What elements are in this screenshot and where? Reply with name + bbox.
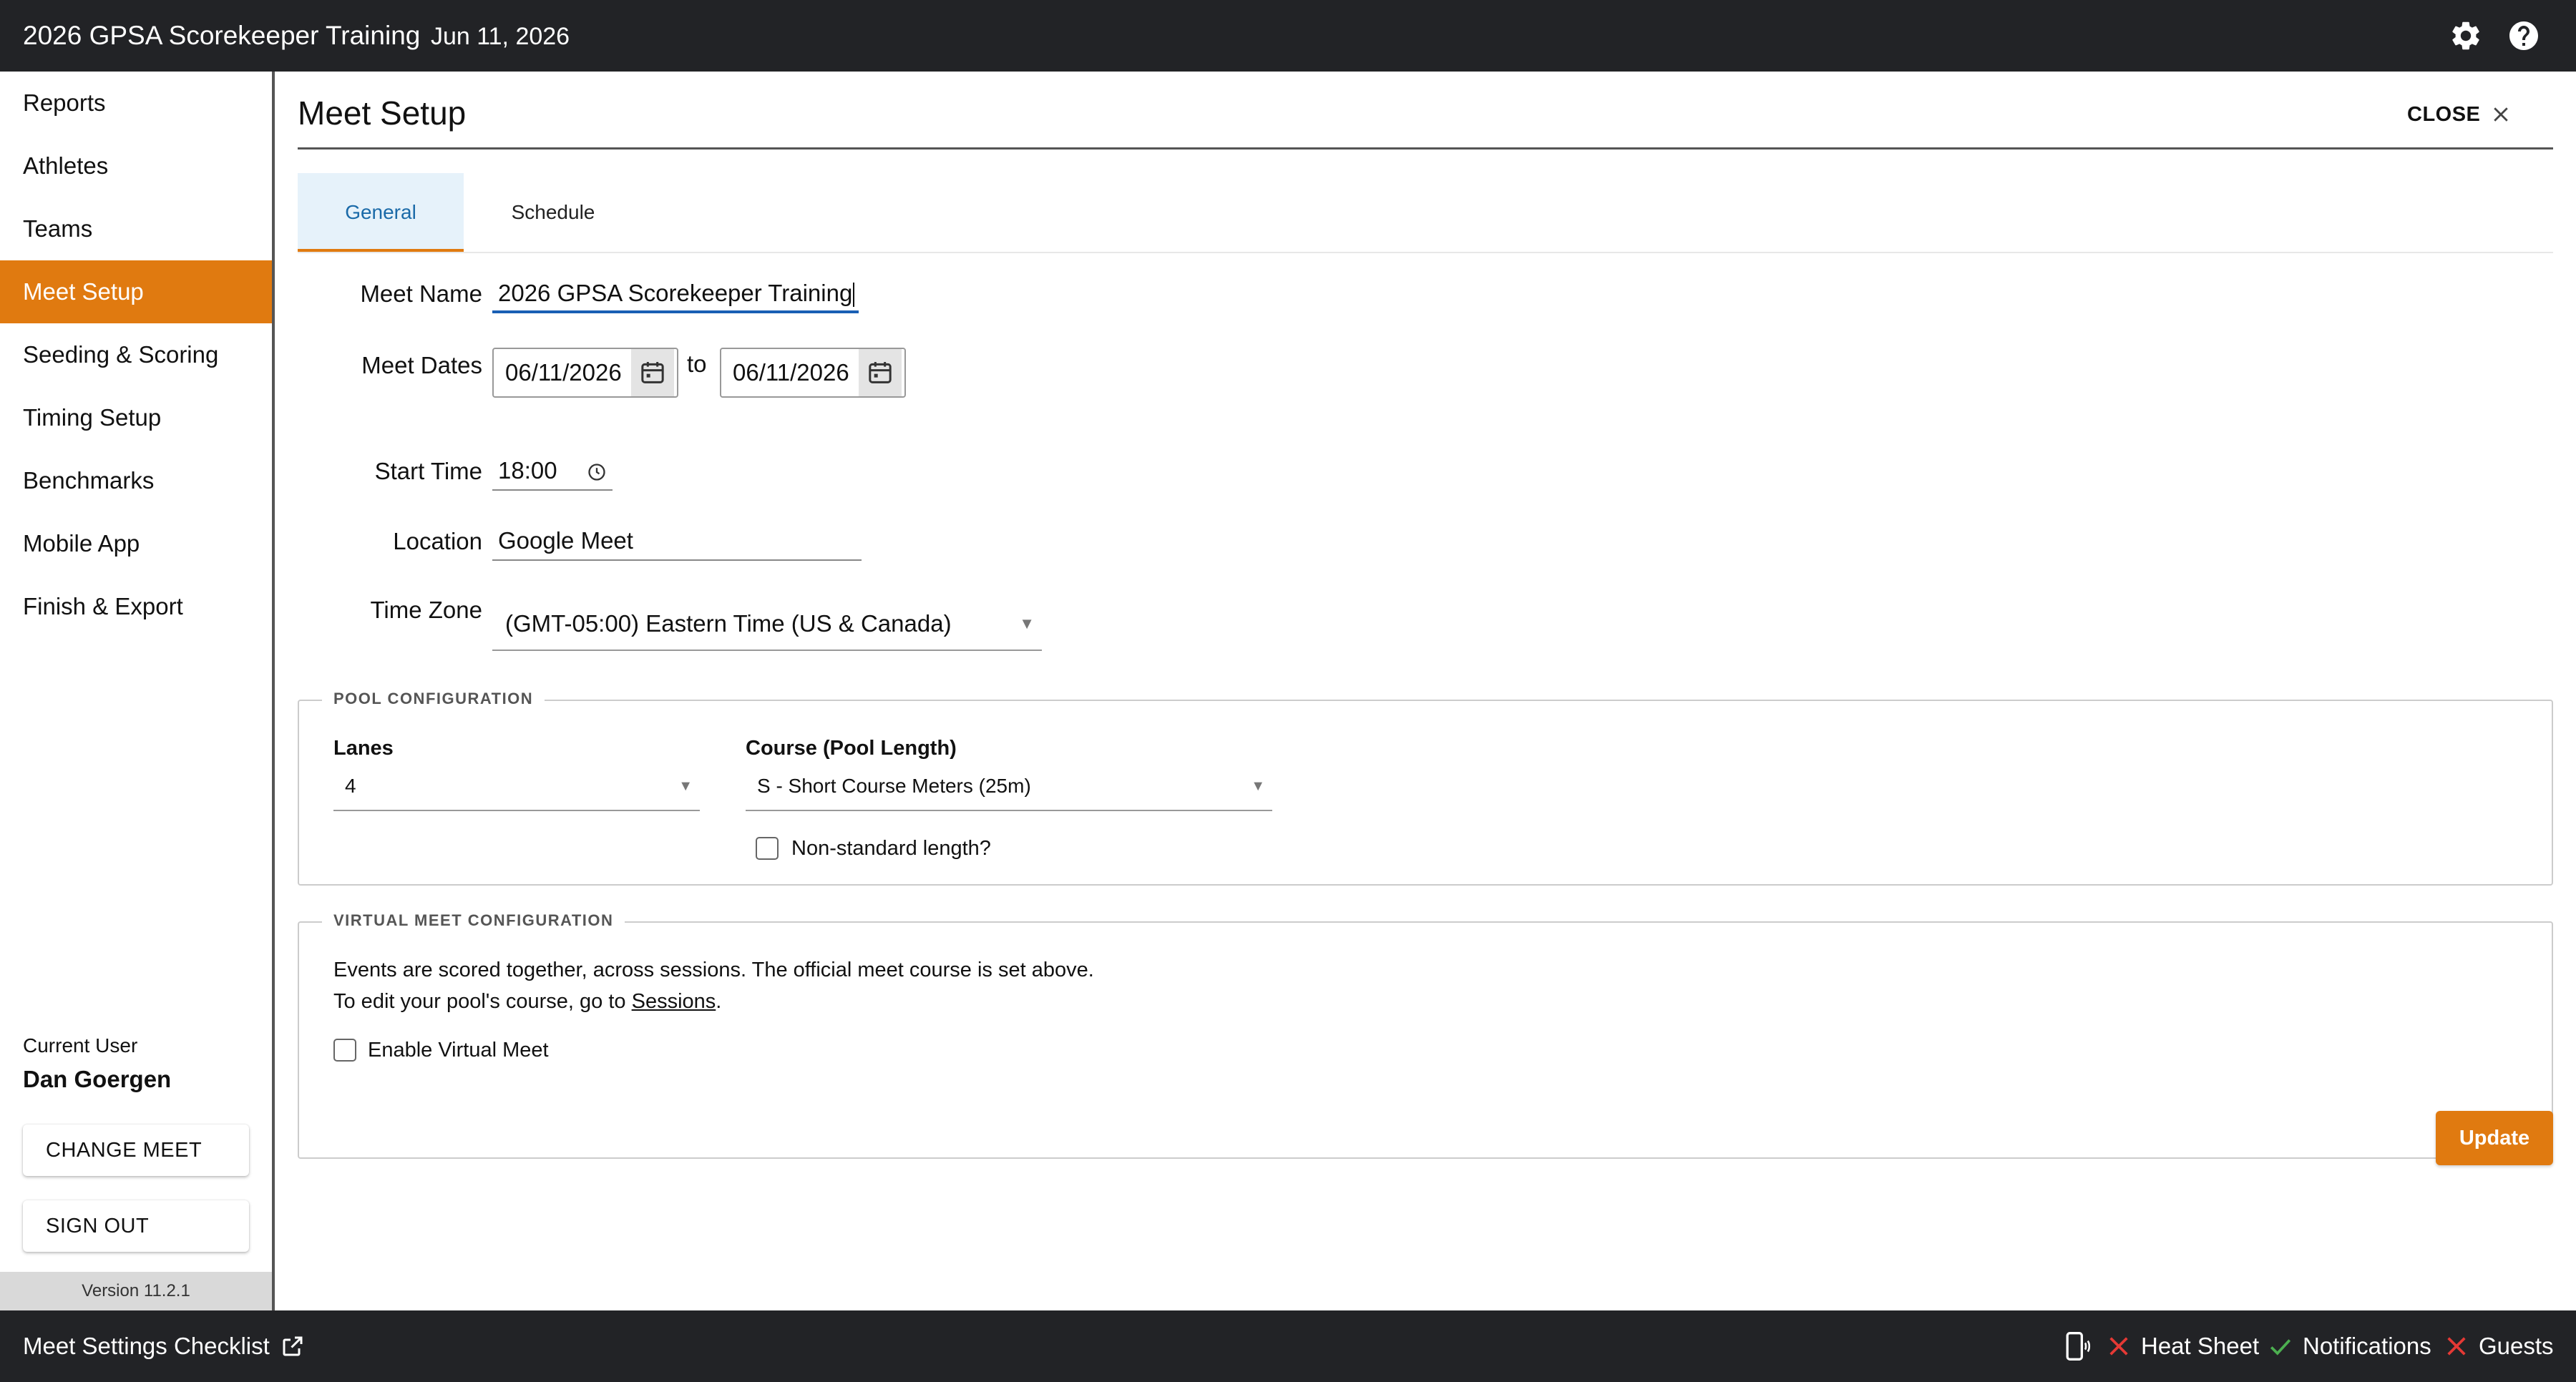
page-title: Meet Setup [298, 94, 467, 132]
pool-configuration-legend: POOL CONFIGURATION [322, 690, 545, 708]
meet-name-value: 2026 GPSA Scorekeeper Training [498, 280, 853, 306]
clock-icon [588, 464, 605, 481]
update-button[interactable]: Update [2436, 1111, 2553, 1165]
gear-icon[interactable] [2449, 19, 2483, 53]
mobile-device-icon [2061, 1329, 2102, 1363]
close-button[interactable]: CLOSE [2407, 94, 2512, 134]
checklist-label: Meet Settings Checklist [23, 1333, 270, 1359]
dropdown-arrow-icon: ▼ [1019, 614, 1035, 632]
calendar-icon[interactable] [631, 349, 674, 396]
sidebar-item-mobile-app[interactable]: Mobile App [0, 512, 272, 575]
non-standard-length-label: Non-standard length? [791, 837, 991, 860]
enable-virtual-meet-label: Enable Virtual Meet [368, 1039, 549, 1062]
sessions-instruction: To edit your pool's course, go to Sessio… [333, 986, 721, 1017]
time-zone-label: Time Zone [370, 597, 483, 623]
sidebar-item-timing-setup[interactable]: Timing Setup [0, 386, 272, 449]
status-heat-sheet: Heat Sheet [2107, 1329, 2259, 1363]
sidebar-item-benchmarks[interactable]: Benchmarks [0, 449, 272, 512]
tab-schedule[interactable]: Schedule [464, 173, 643, 252]
meet-dates-label: Meet Dates [361, 352, 482, 378]
status-notifications: Notifications [2268, 1329, 2431, 1363]
close-icon [2494, 107, 2509, 122]
sidebar-item-seeding-scoring[interactable]: Seeding & Scoring [0, 323, 272, 386]
tab-general[interactable]: General [298, 173, 464, 252]
notifications-label: Notifications [2303, 1333, 2431, 1359]
sessions-instruction-text: To edit your pool's course, go to [333, 990, 632, 1013]
start-date-value: 06/11/2026 [505, 359, 622, 386]
x-icon [2109, 1337, 2128, 1356]
sidebar-item-meet-setup[interactable]: Meet Setup [0, 260, 272, 323]
meet-name-label: Meet Name [360, 280, 482, 307]
version-label: Version 11.2.1 [0, 1272, 272, 1310]
start-time-value: 18:00 [498, 457, 557, 484]
location-field[interactable]: Google Meet [492, 522, 862, 561]
sessions-instruction-end: . [716, 990, 722, 1013]
sidebar-item-finish-export[interactable]: Finish & Export [0, 575, 272, 638]
time-zone-value: (GMT-05:00) Eastern Time (US & Canada) [505, 610, 952, 637]
title-divider [298, 147, 2553, 150]
meet-name-field[interactable]: 2026 GPSA Scorekeeper Training [492, 275, 859, 313]
course-select[interactable]: S - Short Course Meters (25m) ▼ [746, 767, 1272, 811]
calendar-icon[interactable] [859, 349, 902, 396]
start-time-label: Start Time [374, 458, 482, 484]
dropdown-arrow-icon: ▼ [678, 778, 693, 794]
meet-date: Jun 11, 2026 [431, 23, 570, 50]
tab-bar: General Schedule [298, 173, 2553, 253]
end-date-field[interactable]: 06/11/2026 [720, 348, 906, 398]
change-meet-button[interactable]: CHANGE MEET [23, 1124, 249, 1176]
lanes-value: 4 [345, 775, 356, 797]
start-time-field[interactable]: 18:00 [492, 452, 613, 491]
sign-out-button[interactable]: SIGN OUT [23, 1200, 249, 1252]
help-circle-icon[interactable] [2507, 19, 2541, 53]
course-label: Course (Pool Length) [746, 737, 957, 760]
guests-label: Guests [2479, 1333, 2554, 1359]
current-user-name: Dan Goergen [23, 1066, 172, 1092]
virtual-meet-description: Events are scored together, across sessi… [333, 959, 1094, 981]
current-user-label: Current User [23, 1034, 138, 1057]
lanes-label: Lanes [333, 737, 394, 760]
sidebar-item-reports[interactable]: Reports [0, 72, 272, 134]
dropdown-arrow-icon: ▼ [1251, 778, 1265, 794]
main-content: Meet Setup CLOSE General Schedule Meet N… [275, 72, 2576, 1310]
end-date-value: 06/11/2026 [733, 359, 849, 386]
sidebar: Reports Athletes Teams Meet Setup Seedin… [0, 72, 275, 1310]
date-range-to-label: to [687, 351, 707, 377]
location-label: Location [393, 528, 482, 554]
text-caret [853, 283, 855, 308]
external-link-icon [283, 1336, 303, 1356]
course-value: S - Short Course Meters (25m) [757, 775, 1031, 797]
bottom-bar: Meet Settings Checklist Heat Sheet Notif… [0, 1310, 2576, 1382]
enable-virtual-meet-checkbox[interactable] [333, 1039, 356, 1062]
status-guests: Guests [2444, 1329, 2554, 1363]
sidebar-item-athletes[interactable]: Athletes [0, 134, 272, 197]
sidebar-item-teams[interactable]: Teams [0, 197, 272, 260]
time-zone-select[interactable]: (GMT-05:00) Eastern Time (US & Canada) ▼ [492, 597, 1042, 651]
virtual-meet-configuration-legend: VIRTUAL MEET CONFIGURATION [322, 911, 625, 930]
close-label: CLOSE [2407, 102, 2481, 126]
start-date-field[interactable]: 06/11/2026 [492, 348, 678, 398]
non-standard-length-checkbox[interactable] [756, 837, 779, 860]
x-icon [2447, 1337, 2466, 1356]
sessions-link[interactable]: Sessions [632, 990, 716, 1013]
app-title: 2026 GPSA Scorekeeper Training [23, 21, 421, 50]
meet-settings-checklist-link[interactable]: Meet Settings Checklist [23, 1329, 306, 1363]
lanes-select[interactable]: 4 ▼ [333, 767, 700, 811]
heat-sheet-label: Heat Sheet [2141, 1333, 2260, 1359]
top-bar: 2026 GPSA Scorekeeper Training Jun 11, 2… [0, 0, 2576, 72]
check-icon [2270, 1339, 2291, 1356]
